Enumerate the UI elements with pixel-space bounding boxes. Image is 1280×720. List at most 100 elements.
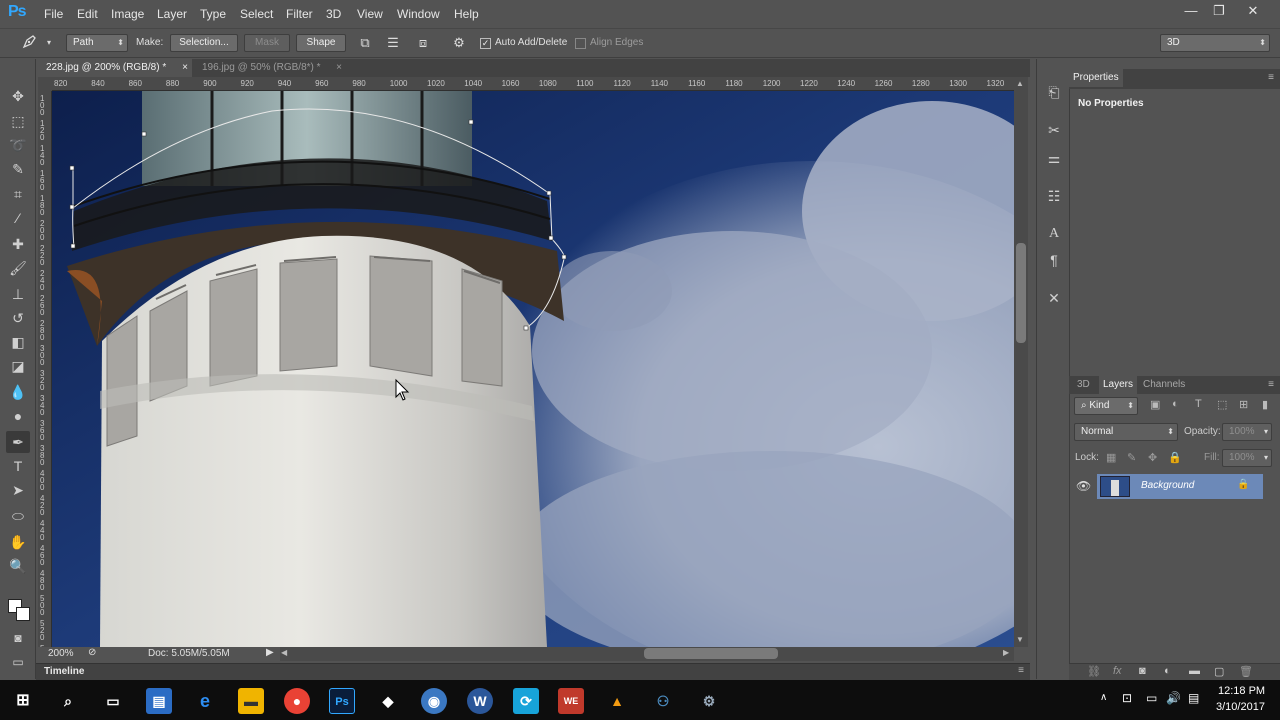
- timeline-tab[interactable]: Timeline: [44, 666, 84, 677]
- inkscape-icon[interactable]: ◆: [375, 688, 401, 714]
- filter-toggle-icon[interactable]: ▮: [1262, 398, 1268, 411]
- layer-name[interactable]: Background: [1141, 480, 1194, 491]
- network-icon[interactable]: ⊡: [1122, 691, 1132, 705]
- clock-time[interactable]: 12:18 PM: [1218, 685, 1265, 697]
- pen-icon[interactable]: [20, 34, 38, 52]
- canvas-image[interactable]: [52, 91, 1014, 647]
- tool-preset-arrow-icon[interactable]: ▾: [40, 34, 58, 52]
- mask-button[interactable]: Mask: [244, 34, 290, 52]
- tab-228-jpg[interactable]: 228.jpg @ 200% (RGB/8) * ×: [40, 59, 192, 77]
- blur-tool-icon[interactable]: 💧: [6, 381, 30, 403]
- new-group-icon[interactable]: ▬: [1189, 665, 1200, 677]
- tab-channels[interactable]: Channels: [1139, 376, 1189, 394]
- task-view-icon[interactable]: ▭: [100, 688, 126, 714]
- battery-icon[interactable]: ▭: [1146, 691, 1157, 705]
- file-explorer-icon[interactable]: ▬: [238, 688, 264, 714]
- vertical-scrollbar[interactable]: [1014, 77, 1028, 647]
- tab-layers[interactable]: Layers: [1099, 376, 1138, 394]
- eyedropper-tool-icon[interactable]: ⁄: [6, 207, 30, 229]
- align-edges-checkbox[interactable]: [575, 38, 586, 49]
- brush-presets-icon[interactable]: ✂: [1043, 119, 1065, 141]
- tab-196-jpg[interactable]: 196.jpg @ 50% (RGB/8*) * ×: [196, 59, 346, 77]
- panel-menu-icon[interactable]: ≡: [1268, 72, 1274, 83]
- menu-type[interactable]: Type: [200, 7, 226, 21]
- eye-icon[interactable]: 👁: [1076, 479, 1091, 493]
- fill-field[interactable]: 100% ▾: [1222, 449, 1272, 467]
- volume-icon[interactable]: 🔊: [1166, 691, 1181, 705]
- quick-mask-icon[interactable]: ◙: [6, 627, 30, 649]
- shape-button[interactable]: Shape: [296, 34, 346, 52]
- path-operations-icon[interactable]: ⧉: [356, 34, 374, 52]
- layer-style-icon[interactable]: fx: [1113, 665, 1122, 677]
- menu-image[interactable]: Image: [111, 7, 144, 21]
- pen-tool-icon[interactable]: ✒: [6, 431, 30, 453]
- pixel-filter-icon[interactable]: ▣: [1150, 398, 1160, 411]
- restore-button[interactable]: ❐: [1204, 3, 1234, 21]
- selection-button[interactable]: Selection...: [170, 34, 238, 52]
- chrome-icon[interactable]: ●: [284, 688, 310, 714]
- close-icon[interactable]: ×: [182, 59, 188, 77]
- close-button[interactable]: ✕: [1238, 3, 1268, 21]
- add-mask-icon[interactable]: ◙: [1139, 665, 1146, 677]
- menu-layer[interactable]: Layer: [157, 7, 187, 21]
- healing-brush-tool-icon[interactable]: ✚: [6, 233, 30, 255]
- history-brush-tool-icon[interactable]: ↺: [6, 307, 30, 329]
- document-canvas[interactable]: [52, 91, 1014, 647]
- word-icon[interactable]: W: [467, 688, 493, 714]
- shape-filter-icon[interactable]: ⬚: [1217, 398, 1227, 411]
- windows-start-icon[interactable]: ⊞: [10, 688, 36, 714]
- horizontal-ruler[interactable]: 820 840 860 880 900 920 940 960 980 1000 1020 1040 1…: [52, 77, 1014, 91]
- eraser-tool-icon[interactable]: ◧: [6, 331, 30, 353]
- type-tool-icon[interactable]: T: [6, 455, 30, 477]
- path-alignment-icon[interactable]: ☰: [384, 34, 402, 52]
- menu-view[interactable]: View: [357, 7, 383, 21]
- move-tool-icon[interactable]: ✥: [6, 85, 30, 107]
- history-panel-icon[interactable]: ⎗: [1043, 81, 1065, 103]
- clone-source-icon[interactable]: ☷: [1043, 185, 1065, 207]
- lock-transparent-icon[interactable]: ▦: [1106, 451, 1116, 464]
- layer-row-background[interactable]: Background 🔒: [1097, 474, 1263, 499]
- marquee-tool-icon[interactable]: ⬚: [6, 110, 30, 132]
- ellipse-tool-icon[interactable]: ⬭: [6, 505, 30, 527]
- menu-window[interactable]: Window: [397, 7, 440, 21]
- explorer-icon[interactable]: ▤: [146, 688, 172, 714]
- action-center-icon[interactable]: ▤: [1188, 691, 1199, 705]
- zoom-level[interactable]: 200%: [48, 648, 74, 659]
- gear-icon[interactable]: ⚙: [450, 34, 468, 52]
- vlc-icon[interactable]: ▲: [604, 688, 630, 714]
- scroll-down-icon[interactable]: ▼: [1016, 635, 1024, 644]
- brush-tool-icon[interactable]: 🖌: [6, 257, 30, 279]
- close-icon[interactable]: ×: [336, 59, 342, 77]
- winrar-icon[interactable]: WE: [558, 688, 584, 714]
- tab-properties[interactable]: Properties: [1069, 69, 1123, 87]
- lock-pixels-icon[interactable]: ✎: [1127, 451, 1136, 464]
- horizontal-scroll-thumb[interactable]: [644, 648, 778, 659]
- edge-icon[interactable]: e: [192, 688, 218, 714]
- smart-object-filter-icon[interactable]: ⊞: [1239, 398, 1248, 411]
- path-arrangement-icon[interactable]: ⧈: [414, 34, 432, 52]
- scroll-up-icon[interactable]: ▲: [1016, 79, 1024, 88]
- minimize-button[interactable]: —: [1176, 3, 1206, 21]
- layer-filter-dropdown[interactable]: ⌕ Kind ⬍: [1074, 397, 1138, 415]
- link-layers-icon[interactable]: ⛓: [1087, 665, 1101, 678]
- clock-date[interactable]: 3/10/2017: [1216, 701, 1265, 713]
- blend-mode-dropdown[interactable]: Normal ⬍: [1074, 423, 1178, 441]
- menu-filter[interactable]: Filter: [286, 7, 313, 21]
- tray-expand-icon[interactable]: ∧: [1100, 692, 1107, 703]
- menu-edit[interactable]: Edit: [77, 7, 98, 21]
- status-menu-arrow-icon[interactable]: ▶: [266, 647, 274, 658]
- tool-presets-icon[interactable]: ✕: [1043, 287, 1065, 309]
- quick-selection-tool-icon[interactable]: ✎: [6, 158, 30, 180]
- lock-position-icon[interactable]: ✥: [1148, 451, 1157, 464]
- search-icon[interactable]: ⌕: [55, 688, 81, 714]
- hand-tool-icon[interactable]: ✋: [6, 531, 30, 553]
- menu-help[interactable]: Help: [454, 7, 479, 21]
- auto-add-delete-checkbox[interactable]: ✓: [480, 38, 491, 49]
- character-panel-icon[interactable]: A: [1043, 223, 1065, 245]
- panel-menu-icon[interactable]: ≡: [1268, 379, 1274, 390]
- crop-tool-icon[interactable]: ⌗: [6, 183, 30, 205]
- clone-stamp-tool-icon[interactable]: ⊥: [6, 283, 30, 305]
- adjustment-filter-icon[interactable]: ◐: [1172, 398, 1179, 410]
- adjustment-layer-icon[interactable]: ◐: [1164, 665, 1171, 677]
- menu-select[interactable]: Select: [240, 7, 273, 21]
